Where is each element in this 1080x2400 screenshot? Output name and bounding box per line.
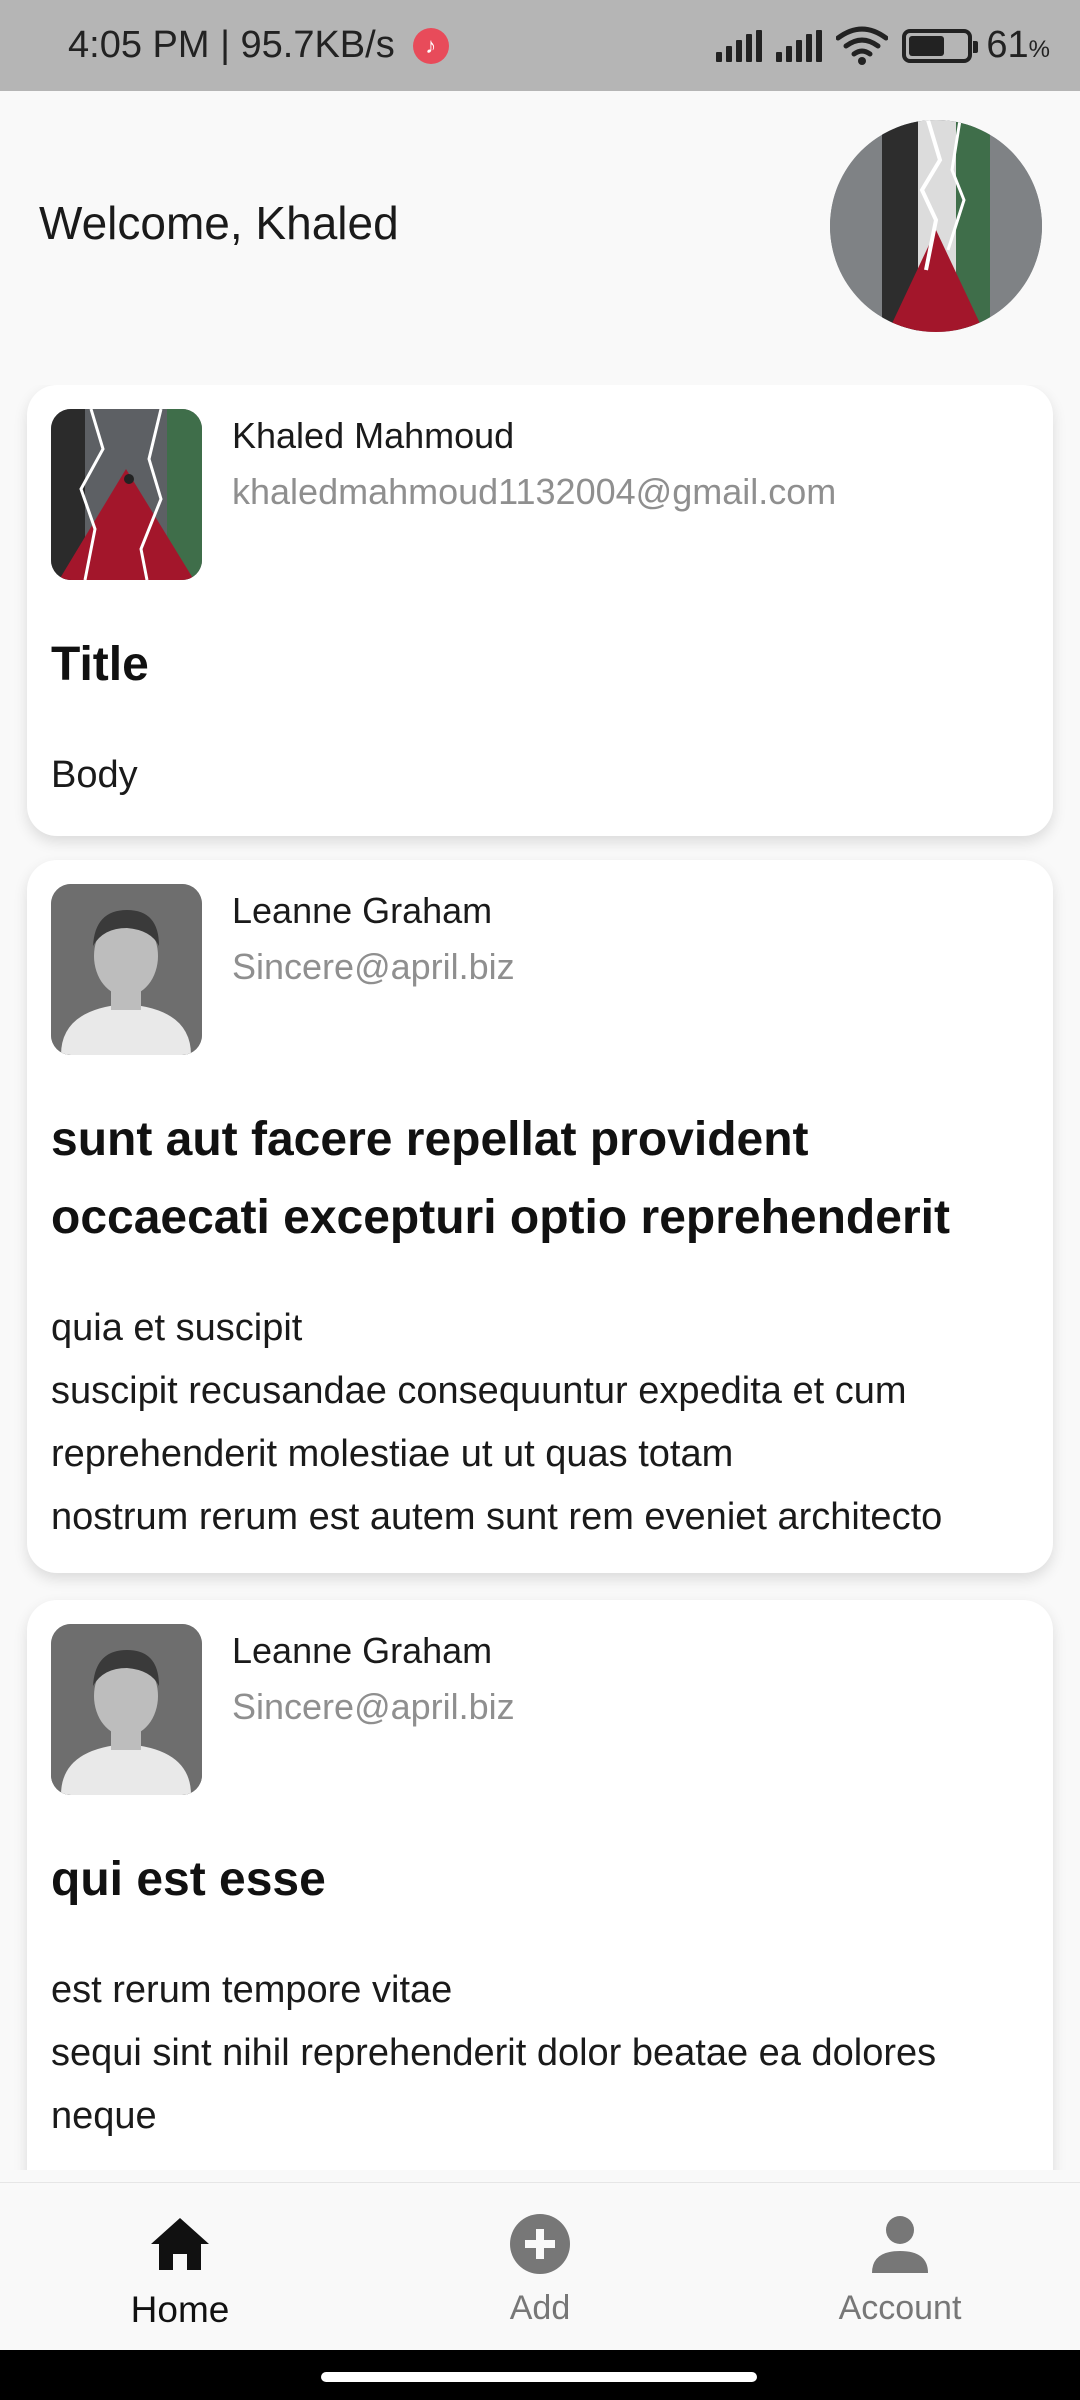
wifi-icon — [836, 26, 889, 65]
music-app-icon: ♪ — [412, 27, 449, 64]
post-user-info: Leanne Graham Sincere@april.biz — [232, 884, 515, 988]
post-feed[interactable]: Khaled Mahmoud khaledmahmoud1132004@gmai… — [0, 385, 1080, 2170]
home-icon — [149, 2213, 211, 2275]
post-user-info: Leanne Graham Sincere@april.biz — [232, 1624, 515, 1728]
post-body: quia et suscipit suscipit recusandae con… — [51, 1307, 943, 1538]
post-card[interactable]: Khaled Mahmoud khaledmahmoud1132004@gmai… — [27, 385, 1053, 836]
battery-percentage: 61% — [986, 24, 1050, 66]
status-time-speed: 4:05 PM | 95.7KB/s — [68, 24, 395, 66]
home-gesture-handle[interactable] — [321, 2372, 757, 2382]
post-header: Leanne Graham Sincere@april.biz — [51, 1624, 1029, 1795]
battery-fill — [909, 35, 944, 56]
nav-add[interactable]: Add — [360, 2183, 720, 2350]
post-user-info: Khaled Mahmoud khaledmahmoud1132004@gmai… — [232, 409, 836, 513]
nav-account-label: Account — [838, 2289, 962, 2327]
nav-home[interactable]: Home — [0, 2183, 360, 2350]
screen: 4:05 PM | 95.7KB/s ♪ 61% Welcome, Khaled — [0, 0, 1080, 2400]
welcome-text: Welcome, Khaled — [39, 197, 399, 249]
post-author-name: Khaled Mahmoud — [232, 415, 515, 456]
profile-avatar-button[interactable] — [830, 120, 1042, 332]
profile-photo-icon — [830, 120, 1042, 332]
profile-photo-icon — [51, 409, 202, 580]
user-avatar — [51, 1624, 202, 1795]
battery-icon — [902, 28, 979, 63]
cellular-signal-icon — [776, 29, 823, 62]
user-avatar — [51, 884, 202, 1055]
user-avatar — [51, 409, 202, 580]
status-right: 61% — [716, 24, 1050, 67]
post-header: Khaled Mahmoud khaledmahmoud1132004@gmai… — [51, 409, 1029, 580]
nav-home-label: Home — [130, 2289, 230, 2330]
post-author-email: Sincere@april.biz — [232, 946, 515, 987]
post-author-name: Leanne Graham — [232, 890, 493, 931]
post-card[interactable]: Leanne Graham Sincere@april.biz qui est … — [27, 1600, 1053, 2170]
nav-account[interactable]: Account — [720, 2183, 1080, 2350]
person-icon — [869, 2213, 931, 2275]
post-title: sunt aut facere repellat provident occae… — [51, 1113, 950, 1244]
nav-add-label: Add — [509, 2289, 571, 2327]
system-gesture-area — [0, 2350, 1080, 2400]
post-author-name: Leanne Graham — [232, 1630, 493, 1671]
bottom-navigation: Home Add Account — [0, 2182, 1080, 2350]
post-author-email: Sincere@april.biz — [232, 1686, 515, 1727]
default-person-avatar-icon — [51, 884, 202, 1055]
cellular-signal-icon — [716, 29, 763, 62]
post-header: Leanne Graham Sincere@april.biz — [51, 884, 1029, 1055]
post-title: Title — [51, 638, 149, 691]
post-title: qui est esse — [51, 1853, 326, 1906]
post-author-email: khaledmahmoud1132004@gmail.com — [232, 471, 837, 512]
status-bar: 4:05 PM | 95.7KB/s ♪ 61% — [0, 0, 1080, 91]
default-person-avatar-icon — [51, 1624, 202, 1795]
post-body: Body — [51, 754, 138, 796]
status-left: 4:05 PM | 95.7KB/s ♪ — [68, 24, 449, 67]
post-card[interactable]: Leanne Graham Sincere@april.biz sunt aut… — [27, 860, 1053, 1573]
post-body: est rerum tempore vitae sequi sint nihil… — [51, 1969, 937, 2137]
add-circle-icon — [509, 2213, 571, 2275]
